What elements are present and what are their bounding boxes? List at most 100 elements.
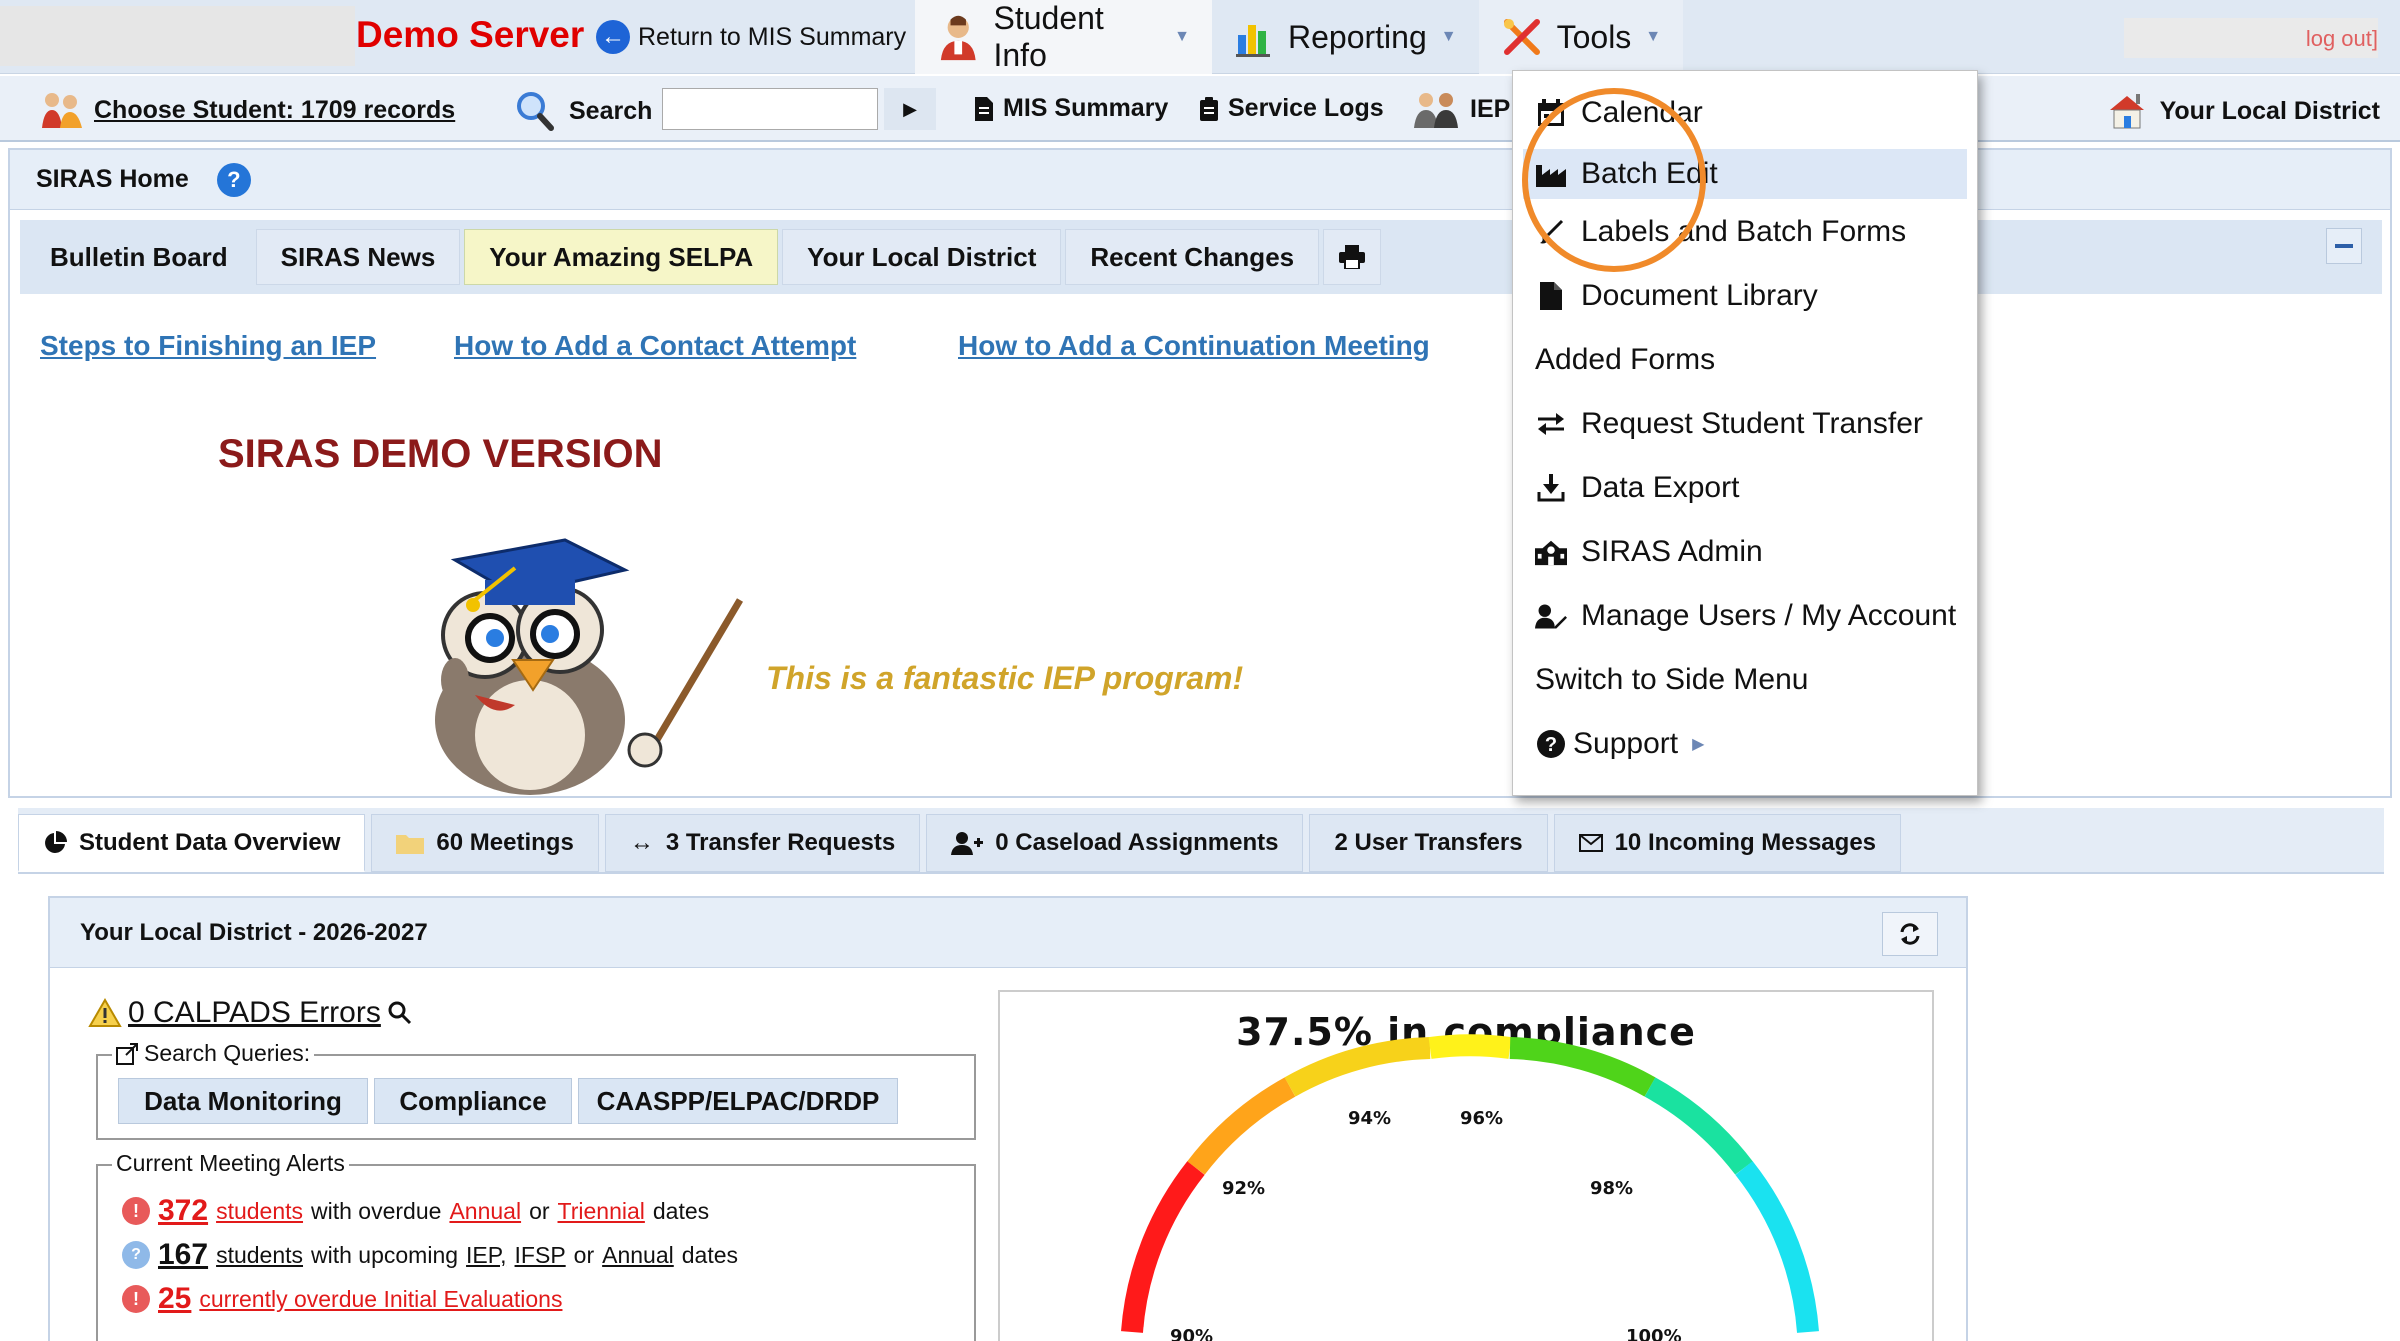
alert-count[interactable]: 372 (158, 1194, 208, 1228)
student-icon (940, 15, 976, 61)
print-button[interactable] (1323, 229, 1382, 285)
compliance-gauge-panel: 37.5% in compliance 90% 92% 94% 96% 98% … (998, 990, 1934, 1341)
tab-bulletin-board[interactable]: Bulletin Board (26, 229, 252, 285)
refresh-button[interactable] (1882, 912, 1938, 956)
tab-your-local-district[interactable]: Your Local District (782, 229, 1062, 285)
tab-label: 3 Transfer Requests (665, 829, 896, 856)
clipboard-icon (1200, 96, 1218, 121)
choose-student-label[interactable]: Choose Student: 1709 records (94, 96, 455, 125)
students-icon (42, 93, 82, 128)
download-icon (1535, 474, 1567, 502)
logout-link[interactable]: log out] (2306, 26, 2378, 52)
return-to-mis-link[interactable]: ← Return to MIS Summary (596, 20, 906, 54)
menu-item-document-library[interactable]: Document Library (1535, 271, 1818, 321)
triennial-link[interactable]: Triennial (558, 1198, 645, 1225)
annual-link[interactable]: Annual (602, 1242, 674, 1269)
menu-item-request-student-transfer[interactable]: Request Student Transfer (1535, 399, 1923, 449)
alert-count[interactable]: 25 (158, 1282, 191, 1316)
highlight-circle-annotation (1522, 88, 1706, 272)
menu-item-data-export[interactable]: Data Export (1535, 463, 1739, 513)
tab-your-amazing-selpa[interactable]: Your Amazing SELPA (464, 229, 779, 285)
service-logs-link[interactable]: Service Logs (1200, 94, 1384, 123)
link-add-contact-attempt[interactable]: How to Add a Contact Attempt (454, 330, 856, 362)
alert-text: or (529, 1197, 550, 1224)
menu-item-added-forms[interactable]: Added Forms (1535, 335, 1715, 385)
compliance-button[interactable]: Compliance (374, 1078, 572, 1124)
bar-chart-icon (1236, 25, 1270, 57)
nav-student-info[interactable]: Student Info ▼ (915, 0, 1212, 74)
menu-item-label: Data Export (1581, 471, 1740, 504)
service-logs-label: Service Logs (1228, 94, 1384, 122)
overview-tabs: Student Data Overview 60 Meetings ↔ 3 Tr… (18, 808, 2384, 874)
students-link[interactable]: students (216, 1242, 303, 1269)
tab-student-data-overview[interactable]: Student Data Overview (18, 814, 366, 872)
students-link[interactable]: students (216, 1198, 303, 1225)
alert-count[interactable]: 167 (158, 1238, 208, 1272)
nav-reporting-label: Reporting (1288, 18, 1427, 55)
search-submit-button[interactable]: ▶ (884, 88, 936, 130)
exchange-icon (1535, 411, 1567, 437)
alert-initial-evaluations: ! 25 currently overdue Initial Evaluatio… (122, 1282, 562, 1316)
top-nav: Student Info ▼ Reporting ▼ Tools ▼ (915, 0, 1684, 74)
iep-link[interactable]: IEP (1412, 90, 1510, 128)
tab-user-transfers[interactable]: 2 User Transfers (1309, 814, 1548, 872)
search-queries-label: Search Queries: (144, 1040, 311, 1066)
alert-text: or (573, 1241, 595, 1268)
chevron-down-icon: ▼ (1645, 28, 1662, 45)
home-title: SIRAS Home (36, 165, 189, 193)
mis-summary-link[interactable]: MIS Summary (975, 94, 1168, 123)
help-icon[interactable]: ? (216, 162, 251, 197)
menu-item-switch-side-menu[interactable]: Switch to Side Menu (1535, 655, 1808, 705)
calpads-errors-label[interactable]: 0 CALPADS Errors (128, 996, 381, 1030)
menu-item-label: Manage Users / My Account (1581, 599, 1957, 632)
user-edit-icon (1535, 602, 1567, 630)
your-local-district-link[interactable]: Your Local District (2106, 90, 2380, 132)
file-icon (1535, 282, 1567, 310)
alert-text: with upcoming (311, 1241, 459, 1268)
annual-link[interactable]: Annual (449, 1198, 521, 1225)
collapse-button[interactable] (2326, 228, 2362, 264)
gauge-arc-red (1121, 1161, 1205, 1333)
question-icon: ? (122, 1241, 150, 1269)
meeting-alerts-fieldset: Current Meeting Alerts ! 372 students wi… (96, 1150, 976, 1341)
alert-upcoming: ? 167 students with upcoming IEP, IFSP o… (122, 1238, 738, 1272)
pie-chart-icon (45, 830, 67, 853)
search-icon[interactable] (387, 1000, 413, 1026)
calpads-errors-link[interactable]: 0 CALPADS Errors (88, 996, 413, 1030)
choose-student-link[interactable]: Choose Student: 1709 records (40, 90, 455, 130)
tab-incoming-messages[interactable]: 10 Incoming Messages (1553, 814, 1902, 872)
link-add-continuation-meeting[interactable]: How to Add a Continuation Meeting (958, 330, 1430, 362)
iep-link[interactable]: IEP, (466, 1242, 507, 1269)
nav-tools[interactable]: Tools ▼ (1478, 0, 1684, 74)
gauge-arc-green-2 (1644, 1077, 1753, 1175)
data-monitoring-button[interactable]: Data Monitoring (118, 1078, 368, 1124)
nav-reporting[interactable]: Reporting ▼ (1212, 0, 1479, 74)
document-icon (975, 96, 993, 121)
tab-transfer-requests[interactable]: ↔ 3 Transfer Requests (604, 814, 921, 872)
tab-recent-changes[interactable]: Recent Changes (1065, 229, 1320, 285)
compliance-gauge: 90% 92% 94% 96% 98% 100% (1121, 1034, 1819, 1341)
iep-label: IEP (1470, 94, 1511, 123)
envelope-icon (1578, 834, 1603, 852)
tab-meetings[interactable]: 60 Meetings (371, 814, 599, 872)
menu-item-support[interactable]: ? Support ▶ (1535, 719, 1704, 769)
link-steps-finishing-iep[interactable]: Steps to Finishing an IEP (40, 330, 376, 362)
ifsp-link[interactable]: IFSP (515, 1242, 566, 1269)
gauge-tick-label: 96% (1460, 1108, 1503, 1129)
caret-right-icon: ▶ (903, 98, 917, 119)
redacted-logo-area (0, 6, 355, 66)
question-circle-icon: ? (1535, 729, 1567, 759)
tab-caseload-assignments[interactable]: 0 Caseload Assignments (926, 814, 1304, 872)
alert-text: dates (652, 1197, 710, 1224)
initial-evaluations-link[interactable]: currently overdue Initial Evaluations (199, 1286, 562, 1313)
menu-item-label: Added Forms (1535, 343, 1716, 376)
menu-item-siras-admin[interactable]: SIRAS Admin (1535, 527, 1763, 577)
caaspp-button[interactable]: CAASPP/ELPAC/DRDP (578, 1078, 898, 1124)
search-input[interactable] (662, 88, 878, 130)
search-label: Search (569, 96, 653, 125)
menu-item-manage-users[interactable]: Manage Users / My Account (1535, 591, 1956, 641)
people-icon (1414, 93, 1458, 128)
external-link-icon (116, 1042, 138, 1065)
tab-siras-news[interactable]: SIRAS News (255, 229, 461, 285)
gauge-arc-cyan (1735, 1161, 1819, 1333)
